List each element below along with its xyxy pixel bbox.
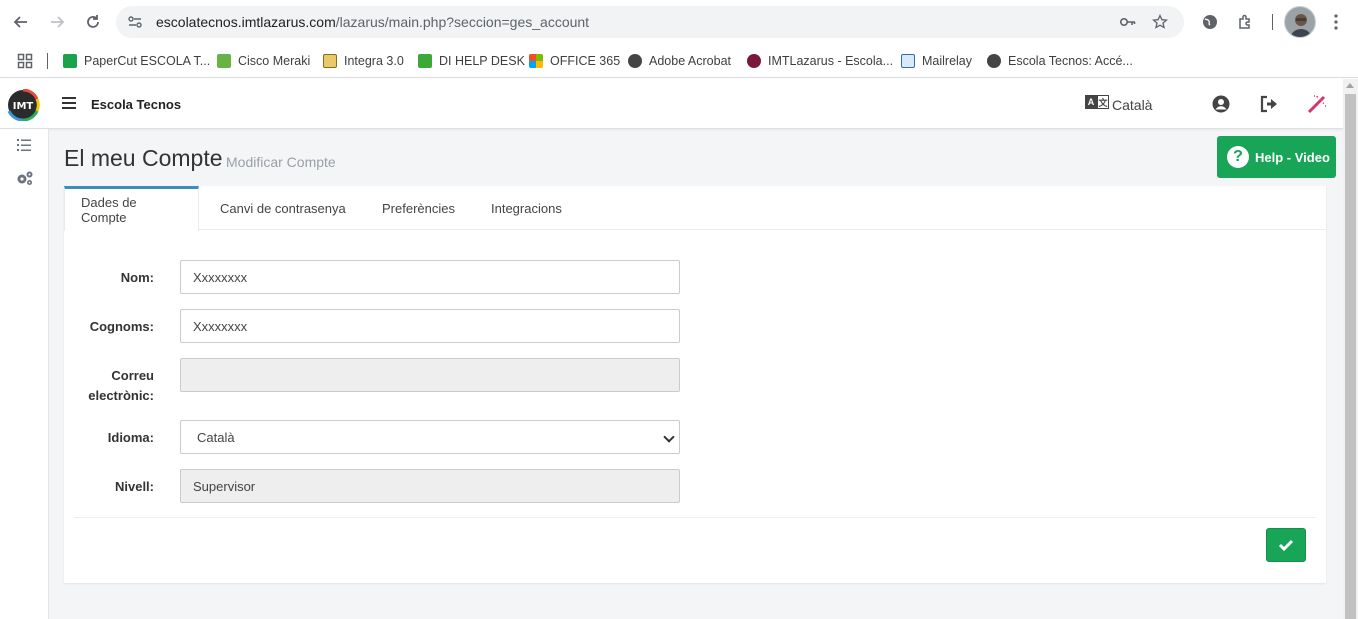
- app-topbar: IMT Escola Tecnos A 文 Català: [0, 79, 1343, 129]
- bookmark-integra[interactable]: Integra 3.0: [323, 51, 404, 71]
- check-icon: [1278, 539, 1294, 552]
- bookmarks-bar: PaperCut ESCOLA T... Cisco Meraki Integr…: [0, 44, 1358, 78]
- list-icon[interactable]: [16, 137, 32, 153]
- helpdesk-icon: [418, 54, 432, 68]
- globe-icon: [987, 54, 1001, 68]
- bookmark-mailrelay[interactable]: Mailrelay: [901, 51, 972, 71]
- meraki-icon: [217, 54, 231, 68]
- tab-label: Preferències: [382, 200, 455, 216]
- idioma-selected-value: Català: [197, 429, 235, 445]
- bookmark-label: IMTLazarus - Escola...: [768, 54, 894, 68]
- tab-canvi-de-contrasenya[interactable]: Canvi de contrasenya: [204, 186, 362, 230]
- tab-preferencies[interactable]: Preferències: [366, 186, 471, 230]
- star-icon[interactable]: [1150, 12, 1170, 32]
- extensions-puzzle-icon[interactable]: [1234, 10, 1258, 34]
- help-video-button[interactable]: ? Help - Video: [1217, 136, 1336, 178]
- globe-icon: [628, 54, 642, 68]
- key-icon[interactable]: [1118, 12, 1138, 32]
- page-scrollbar[interactable]: [1343, 79, 1358, 619]
- menu-toggle-icon[interactable]: [62, 97, 76, 109]
- papercut-icon: [63, 54, 77, 68]
- bookmark-label: PaperCut ESCOLA T...: [84, 54, 211, 68]
- correu-label-line1: Correu: [111, 368, 154, 383]
- app-area: IMT Escola Tecnos A 文 Català El meu Comp…: [0, 79, 1358, 619]
- bookmark-office365[interactable]: OFFICE 365: [529, 51, 620, 71]
- form-divider: [74, 517, 1316, 518]
- magic-wand-icon[interactable]: [1307, 94, 1327, 114]
- correu-label-line2: electrònic:: [88, 388, 154, 403]
- bookmark-helpdesk[interactable]: DI HELP DESK: [418, 51, 525, 71]
- correu-label: Correu electrònic:: [64, 366, 154, 406]
- bookmark-label: Cisco Meraki: [238, 54, 311, 68]
- nom-label: Nom:: [120, 270, 154, 285]
- language-icon[interactable]: A 文: [1085, 95, 1109, 109]
- bookmark-meraki[interactable]: Cisco Meraki: [217, 51, 310, 71]
- settings-gears-icon[interactable]: [16, 170, 33, 186]
- help-video-label: Help - Video: [1255, 149, 1330, 165]
- brand-name: Escola Tecnos: [91, 97, 182, 112]
- notepad-icon: [323, 54, 337, 68]
- user-icon[interactable]: [1211, 94, 1231, 114]
- cognoms-input[interactable]: [180, 309, 680, 343]
- imt-logo[interactable]: IMT: [4, 88, 42, 122]
- account-tabs: Dades de Compte Canvi de contrasenya Pre…: [64, 186, 1326, 231]
- bookmark-label: Integra 3.0: [344, 54, 404, 68]
- scroll-up-arrow-icon[interactable]: [1346, 83, 1354, 88]
- bookmark-label: Adobe Acrobat: [649, 54, 732, 68]
- bookmark-label: DI HELP DESK: [439, 54, 525, 68]
- tab-label: Dades de Compte: [81, 195, 137, 225]
- page-title: El meu Compte: [64, 145, 223, 171]
- account-card: Dades de Compte Canvi de contrasenya Pre…: [64, 186, 1326, 583]
- nivell-label: Nivell:: [114, 479, 154, 494]
- nivell-field: [180, 469, 680, 503]
- reload-icon[interactable]: [81, 10, 105, 34]
- browser-toolbar: escolatecnos.imtlazarus.com/lazarus/main…: [0, 0, 1358, 44]
- browser-menu-icon[interactable]: [1324, 10, 1348, 34]
- bookmark-adobe[interactable]: Adobe Acrobat: [628, 51, 731, 71]
- tab-label: Canvi de contrasenya: [220, 200, 346, 216]
- idioma-label: Idioma:: [107, 430, 154, 445]
- apps-grid-icon[interactable]: [17, 51, 33, 71]
- logout-icon[interactable]: [1259, 94, 1279, 114]
- svg-text:IMT: IMT: [13, 101, 34, 112]
- forward-arrow-icon[interactable]: [45, 10, 69, 34]
- bookmark-escola-tecnos[interactable]: Escola Tecnos: Accé...: [987, 51, 1133, 71]
- extension-globe-icon[interactable]: [1198, 10, 1222, 34]
- bookmarks-separator: [47, 53, 48, 69]
- bookmark-label: OFFICE 365: [550, 54, 621, 68]
- bookmark-label: Escola Tecnos: Accé...: [1008, 54, 1133, 68]
- bookmark-imtlazarus[interactable]: IMTLazarus - Escola...: [747, 51, 893, 71]
- back-arrow-icon[interactable]: [9, 10, 33, 34]
- idioma-select[interactable]: Català: [180, 420, 680, 454]
- chevron-down-icon: [663, 431, 675, 443]
- tab-integracions[interactable]: Integracions: [475, 186, 578, 230]
- address-bar[interactable]: escolatecnos.imtlazarus.com/lazarus/main…: [116, 6, 1184, 38]
- bookmark-papercut[interactable]: PaperCut ESCOLA T...: [63, 51, 210, 71]
- email-field: [180, 358, 680, 392]
- imt-icon: [747, 54, 761, 68]
- mail-icon: [901, 54, 915, 68]
- toolbar-separator: [1272, 14, 1273, 30]
- scroll-thumb[interactable]: [1345, 94, 1356, 619]
- page-subtitle: Modificar Compte: [226, 154, 336, 170]
- bookmark-label: Mailrelay: [922, 54, 973, 68]
- save-button[interactable]: [1266, 528, 1306, 562]
- site-settings-icon[interactable]: [126, 13, 144, 31]
- tab-label: Integracions: [491, 200, 562, 216]
- sidebar: [0, 129, 49, 619]
- microsoft-icon: [529, 54, 543, 68]
- language-selector[interactable]: Català: [1112, 97, 1152, 113]
- nom-input[interactable]: [180, 260, 680, 294]
- tab-dades-de-compte[interactable]: Dades de Compte: [64, 186, 199, 231]
- url-text: escolatecnos.imtlazarus.com/lazarus/main…: [156, 14, 590, 30]
- cognoms-label: Cognoms:: [89, 319, 154, 334]
- question-icon: ?: [1227, 146, 1249, 168]
- profile-avatar[interactable]: [1284, 6, 1316, 38]
